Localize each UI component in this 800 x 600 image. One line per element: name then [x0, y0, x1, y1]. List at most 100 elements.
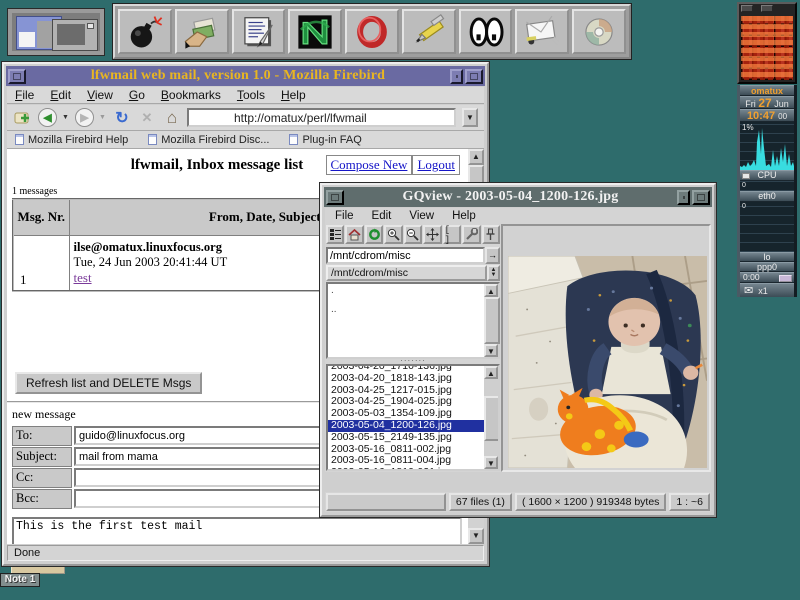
file-row[interactable]: 2003-04-20_1818-143.jpg	[328, 373, 484, 385]
menu-file[interactable]: File	[335, 210, 354, 222]
scrollbar-thumb[interactable]	[484, 396, 500, 441]
configure-button[interactable]	[462, 225, 480, 244]
file-row[interactable]: 2003-05-15_2149-135.jpg	[328, 432, 484, 444]
combo-spinner[interactable]: ▲▼	[487, 265, 500, 281]
bookmark-firebird-discussion[interactable]: Mozilla Firebird Disc...	[148, 134, 269, 146]
timer-button[interactable]	[779, 275, 792, 282]
path-input[interactable]	[326, 247, 485, 264]
new-message-label: new message	[12, 407, 76, 422]
browser-statusbar: Done	[7, 545, 484, 561]
opera-icon	[353, 13, 391, 51]
path-entry-row: →	[326, 247, 500, 264]
menu-help[interactable]: Help	[281, 88, 306, 102]
bookmark-firebird-help[interactable]: Mozilla Firebird Help	[15, 134, 128, 146]
menu-edit[interactable]: Edit	[50, 88, 71, 102]
refresh-delete-button[interactable]: Refresh list and DELETE Msgs	[15, 372, 202, 394]
scroll-down-arrow[interactable]: ▼	[468, 528, 484, 544]
status-blank	[326, 493, 446, 511]
reload-button[interactable]: ↻	[112, 108, 132, 128]
mail-check-panel: ✉ x1	[740, 283, 794, 297]
cpu-krell-slider[interactable]	[742, 173, 750, 179]
zoom-fit-button[interactable]	[423, 225, 441, 244]
list-view-icon	[329, 228, 342, 241]
pager-mini-window-viewer[interactable]	[52, 19, 98, 51]
scroll-down-arrow[interactable]: ▼	[484, 456, 498, 469]
window-menu-button[interactable]	[8, 69, 26, 84]
iconify-button[interactable]	[677, 190, 690, 205]
menu-view[interactable]: View	[409, 210, 434, 222]
zoom-one-to-one-button[interactable]: [ ]	[443, 225, 461, 244]
browser-titlebar[interactable]: lfwmail web mail, version 1.0 - Mozilla …	[6, 66, 485, 86]
dock-button-opera[interactable]	[345, 9, 399, 54]
maximize-button[interactable]	[465, 69, 483, 84]
dir-scrollbar[interactable]: ▲ ▼	[484, 284, 498, 357]
menu-bookmarks[interactable]: Bookmarks	[161, 88, 221, 102]
gqview-toolbar: [ ]	[325, 224, 501, 246]
forward-dropdown[interactable]: ▼	[99, 114, 107, 121]
zoom-out-button[interactable]	[404, 225, 422, 244]
scroll-up-arrow[interactable]: ▲	[484, 284, 498, 297]
file-row[interactable]: 2003-05-16_1810-021.jpg	[328, 467, 484, 471]
mail-count: x1	[758, 286, 768, 296]
forward-button[interactable]: ▶	[75, 108, 94, 127]
menu-help[interactable]: Help	[452, 210, 476, 222]
dock-button-mail[interactable]	[515, 9, 569, 54]
desktop-pager[interactable]	[8, 9, 104, 55]
dock-button-xeyes[interactable]	[459, 9, 513, 54]
bookmark-plugin-faq[interactable]: Plug-in FAQ	[289, 134, 361, 146]
stop-button[interactable]: ✕	[137, 108, 157, 128]
dock-button-pen-tool[interactable]	[402, 9, 456, 54]
scroll-up-arrow[interactable]: ▲	[484, 366, 498, 379]
clock-panel: 10:47 00	[740, 109, 794, 122]
url-dropdown[interactable]: ▼	[462, 108, 478, 127]
scrollbar-thumb[interactable]	[484, 297, 500, 344]
maximize-button[interactable]	[692, 190, 710, 205]
dock-button-cdrom[interactable]	[572, 9, 626, 54]
menu-file[interactable]: File	[15, 88, 34, 102]
msg-subject-link[interactable]: test	[74, 270, 92, 285]
dock-button-bomb[interactable]	[118, 9, 172, 54]
path-combo[interactable]: /mnt/cdrom/misc	[326, 265, 487, 281]
thumbnail-list-button[interactable]	[326, 225, 344, 244]
eth0-panel: eth0	[740, 191, 794, 202]
note-title-tag[interactable]: Note 1	[0, 573, 40, 587]
hand-money-icon	[183, 13, 221, 51]
timer-panel: 0:00	[740, 272, 794, 283]
iconify-button[interactable]	[450, 69, 463, 84]
dock-button-netscape[interactable]	[288, 9, 342, 54]
dock-button-document-editor[interactable]	[232, 9, 286, 54]
refresh-button[interactable]	[365, 225, 383, 244]
file-row-selected[interactable]: 2003-05-04_1200-126.jpg	[328, 420, 484, 432]
home-button[interactable]	[345, 225, 363, 244]
message-body-textarea[interactable]: This is the first test mail	[12, 517, 462, 544]
menu-edit[interactable]: Edit	[372, 210, 392, 222]
menu-go[interactable]: Go	[129, 88, 145, 102]
float-pin-button[interactable]	[482, 225, 500, 244]
zoom-in-button[interactable]	[384, 225, 402, 244]
ppp0-panel: ppp0	[740, 262, 794, 272]
window-menu-button[interactable]	[326, 190, 344, 205]
widget-button[interactable]	[761, 5, 773, 12]
file-scrollbar[interactable]: ▲ ▼	[484, 366, 498, 469]
netscape-icon	[296, 13, 334, 51]
compose-new-link[interactable]: Compose New	[331, 157, 408, 172]
scroll-up-arrow[interactable]: ▲	[468, 149, 484, 165]
dir-entry-dot[interactable]: .	[331, 285, 495, 296]
dock-button-hand-money[interactable]	[175, 9, 229, 54]
back-dropdown[interactable]: ▼	[62, 114, 70, 121]
cpu-chart: 1%	[740, 122, 794, 170]
home-button[interactable]: ⌂	[162, 108, 182, 128]
logout-link[interactable]: Logout	[417, 157, 455, 172]
path-go-button[interactable]: →	[485, 247, 500, 264]
gqview-titlebar[interactable]: GQview - 2003-05-04_1200-126.jpg	[324, 187, 712, 207]
msg-nr-cell: 1	[13, 235, 69, 291]
widget-button[interactable]	[741, 5, 753, 12]
back-button[interactable]: ◀	[38, 108, 57, 127]
url-input[interactable]	[187, 108, 456, 127]
new-tab-button[interactable]	[13, 108, 33, 128]
menu-tools[interactable]: Tools	[237, 88, 265, 102]
menu-view[interactable]: View	[87, 88, 113, 102]
scroll-down-arrow[interactable]: ▼	[484, 344, 498, 357]
cpu-value: 1%	[742, 123, 754, 132]
dir-entry-dotdot[interactable]: ..	[331, 304, 495, 315]
